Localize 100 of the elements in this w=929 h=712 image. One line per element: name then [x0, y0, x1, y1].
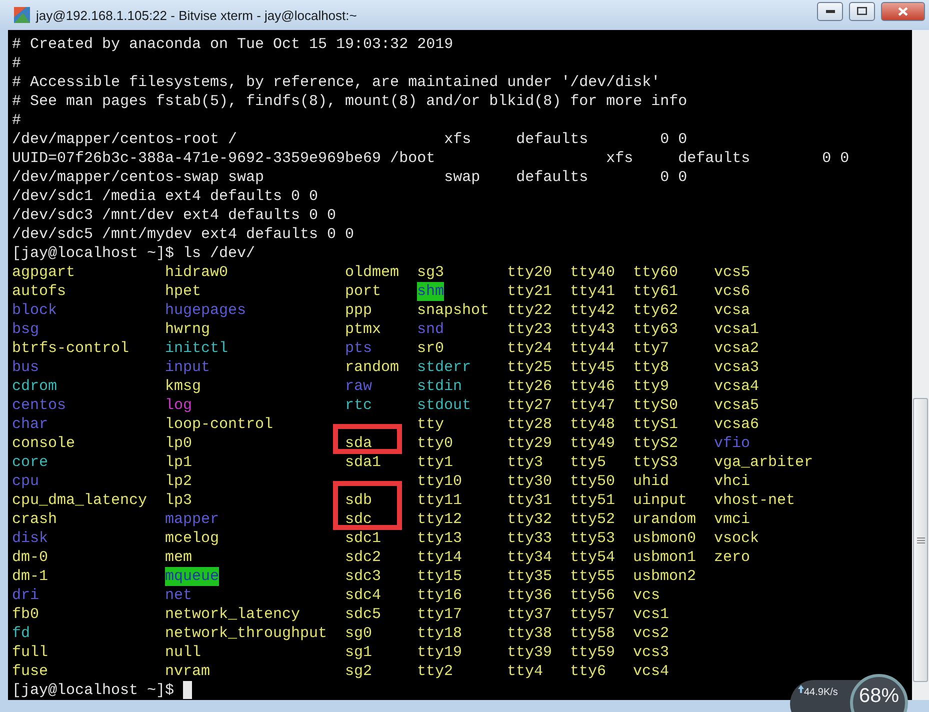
file-name: tty36	[507, 586, 552, 605]
file-name: tty43	[570, 320, 616, 339]
file-name: pts	[345, 339, 372, 358]
file-name: hwrng	[165, 320, 210, 339]
file-name: tty26	[507, 377, 552, 396]
file-name: usbmon1	[633, 548, 696, 567]
file-name: tty23	[507, 320, 552, 339]
scrollbar[interactable]	[912, 30, 929, 700]
file-name: raw	[345, 377, 372, 396]
file-name: tty50	[570, 472, 616, 491]
file-name: bsg	[12, 320, 40, 339]
file-name: tty7	[633, 339, 670, 358]
file-name: cpu	[12, 472, 40, 491]
file-name: vsock	[714, 529, 760, 548]
file-name: ptmx	[345, 320, 382, 339]
file-name: stdout	[417, 396, 472, 415]
file-name: tty54	[570, 548, 616, 567]
file-name: initctl	[165, 339, 228, 358]
file-name: cpu_dma_latency	[12, 491, 148, 510]
file-name: tty19	[417, 643, 462, 662]
file-name: autofs	[12, 282, 66, 301]
file-name: tty41	[570, 282, 616, 301]
file-name: tty39	[507, 643, 552, 662]
file-name: dri	[12, 586, 40, 605]
file-name: tty22	[507, 301, 552, 320]
file-name: console	[12, 434, 76, 453]
file-name: tty52	[570, 510, 616, 529]
file-name: log	[165, 396, 192, 415]
terminal-line: /dev/mapper/centos-root / xfs defaults 0 0	[12, 130, 688, 149]
file-name: hidraw0	[165, 263, 228, 282]
file-name: vcsa2	[714, 339, 760, 358]
file-name: vcs	[633, 586, 660, 605]
file-name: tty56	[570, 586, 616, 605]
file-name: loop-control	[165, 415, 274, 434]
file-name: tty12	[417, 510, 462, 529]
file-name: tty33	[507, 529, 552, 548]
file-name: sg0	[345, 624, 372, 643]
file-name: sdc	[345, 510, 372, 529]
file-name: sr0	[417, 339, 444, 358]
file-name: tty49	[570, 434, 616, 453]
file-name: vcs6	[714, 282, 750, 301]
file-name: tty5	[570, 453, 606, 472]
close-button[interactable]	[881, 2, 925, 20]
file-name: vcs4	[633, 662, 670, 681]
file-name: vcsa	[714, 301, 750, 320]
up-arrow-icon	[798, 685, 804, 693]
file-name: net	[165, 586, 192, 605]
file-name: oldmem	[345, 263, 400, 282]
terminal-line: # Created by anaconda on Tue Oct 15 19:03:32 2019	[12, 35, 454, 54]
file-name: port	[345, 282, 382, 301]
file-name: tty63	[633, 320, 678, 339]
file-name: centos	[12, 396, 66, 415]
file-name: dm-0	[12, 548, 48, 567]
app-icon	[14, 7, 30, 23]
load-percent: 68%	[858, 685, 900, 709]
file-name: tty28	[507, 415, 552, 434]
file-name: network_throughput	[165, 624, 328, 643]
file-name: char	[12, 415, 48, 434]
close-icon	[898, 6, 908, 16]
file-name: vmci	[714, 510, 750, 529]
file-name: tty20	[507, 263, 552, 282]
file-name: tty0	[417, 434, 454, 453]
file-name: tty45	[570, 358, 616, 377]
file-name: ttyS2	[633, 434, 678, 453]
file-name: tty40	[570, 263, 616, 282]
file-name: agpgart	[12, 263, 76, 282]
file-name: disk	[12, 529, 48, 548]
file-name: usbmon2	[633, 567, 696, 586]
upload-speed: 44.9K/s	[804, 687, 838, 698]
file-name: vcs2	[633, 624, 670, 643]
file-name: nvram	[165, 662, 210, 681]
file-name: vcsa4	[714, 377, 760, 396]
maximize-icon	[857, 7, 867, 15]
file-name: cdrom	[12, 377, 58, 396]
shell-prompt: [jay@localhost ~]$	[12, 681, 174, 700]
scroll-thumb[interactable]	[913, 398, 928, 682]
minimize-button[interactable]	[817, 2, 843, 20]
file-name: tty38	[507, 624, 552, 643]
file-name: tty18	[417, 624, 462, 643]
terminal-line: /dev/sdc1 /media ext4 defaults 0 0	[12, 187, 320, 206]
file-name: dm-1	[12, 567, 48, 586]
file-name: ttyS3	[633, 453, 678, 472]
file-name: sda	[345, 434, 372, 453]
file-name: mcelog	[165, 529, 220, 548]
file-name: shm	[417, 282, 444, 301]
file-name: tty15	[417, 567, 462, 586]
file-name: tty8	[633, 358, 670, 377]
maximize-button[interactable]	[849, 2, 875, 20]
file-name: vcsa5	[714, 396, 760, 415]
terminal-line: # Accessible filesystems, by reference, are maintained under '/dev/disk'	[12, 73, 662, 92]
file-name: urandom	[633, 510, 696, 529]
file-name: tty24	[507, 339, 552, 358]
file-name: snapshot	[417, 301, 490, 320]
file-name: mem	[165, 548, 192, 567]
file-name: stderr	[417, 358, 472, 377]
file-name: tty14	[417, 548, 462, 567]
file-name: sdb	[345, 491, 372, 510]
file-name: tty47	[570, 396, 616, 415]
file-name: tty6	[570, 662, 606, 681]
file-name: vcsa1	[714, 320, 760, 339]
